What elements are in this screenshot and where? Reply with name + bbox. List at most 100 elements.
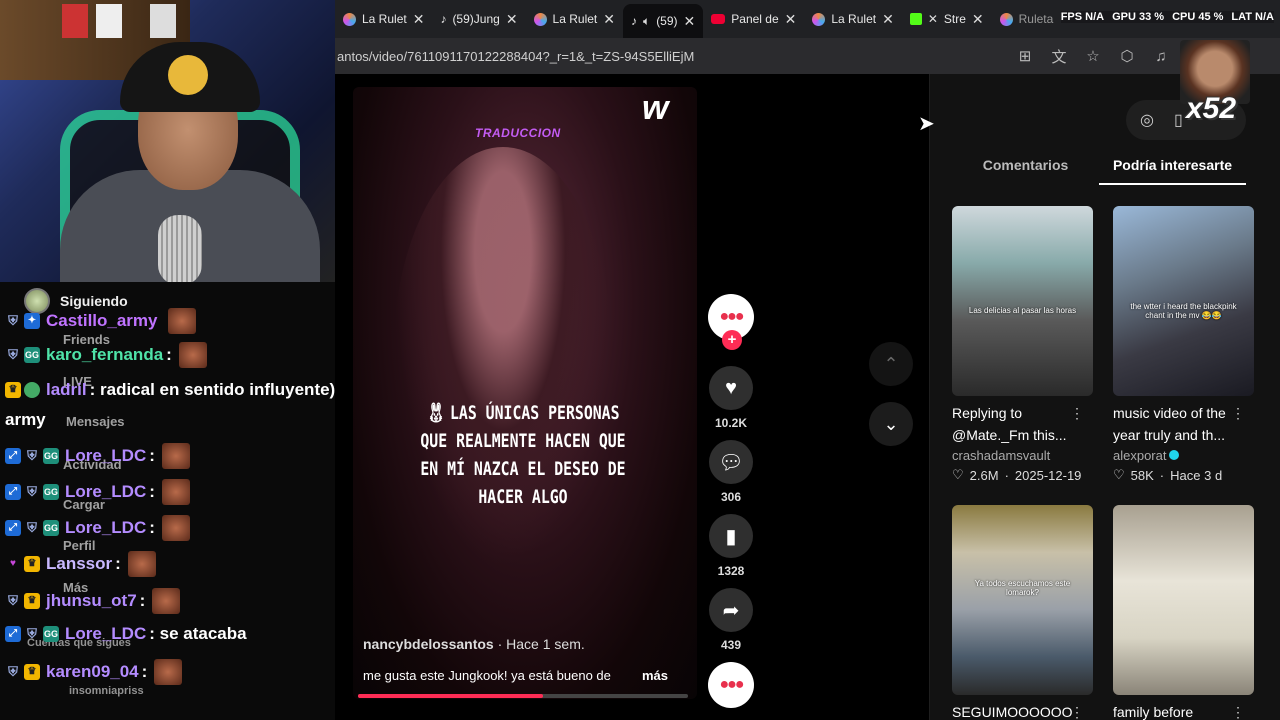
tab-recommended[interactable]: Podría interesarte <box>1099 155 1246 185</box>
chat-username[interactable]: Castillo_army <box>46 311 158 331</box>
heart-outline-icon: ♡ <box>1113 467 1125 482</box>
compass-icon[interactable]: ◎ <box>1140 110 1154 130</box>
close-icon[interactable]: ✕ <box>506 11 518 28</box>
mouse-cursor-icon: ➤ <box>918 113 935 135</box>
browser-tab[interactable]: ♪ (59)Jung ✕ <box>432 4 525 34</box>
moderator-shield-icon: ⛨ <box>27 448 37 463</box>
card-likes: 2.6M <box>969 467 999 483</box>
browser-tab[interactable]: La Rulet ✕ <box>526 4 623 34</box>
comment-icon: 💬︎ <box>718 451 744 474</box>
music-disc-button[interactable]: ●●● <box>708 662 754 708</box>
chat-username[interactable]: karo_fernanda <box>46 345 163 365</box>
chat-username[interactable]: Lore_LDC <box>65 482 146 502</box>
save-button[interactable]: ▮ <box>709 514 753 558</box>
chat-username[interactable]: karen09_04 <box>46 662 139 682</box>
moderator-shield-icon: ⛨ <box>27 484 37 499</box>
browser-tab[interactable]: La Rulet ✕ <box>335 4 432 34</box>
chat-message: ♥ ♛ Lanssor : <box>5 551 156 577</box>
more-options-icon[interactable]: ⋮ <box>1070 402 1084 424</box>
card-author[interactable]: crashadamsvault <box>952 448 1094 463</box>
tab-label: La Rulet <box>831 12 877 26</box>
more-options-icon[interactable]: ⋮ <box>1070 701 1084 720</box>
recommended-video-card[interactable]: Ya todos escuchamos este lomarok? SEGUIM… <box>952 505 1094 720</box>
recommended-video-card[interactable]: family before ⋮ <box>1113 505 1255 720</box>
chat-text: : <box>149 482 155 501</box>
creator-avatar[interactable]: ●●● + <box>708 294 754 350</box>
browser-tab[interactable]: ✕ Stre ✕ <box>902 4 992 34</box>
video-actions: ●●● + ♥ 10.2K 💬︎ 306 ▮ 1328 ➦ 439 ●●● <box>706 294 756 720</box>
favorite-star-icon[interactable]: ☆ <box>1084 47 1102 65</box>
chat-message: ⛨ ✦ Castillo_army <box>5 308 196 334</box>
cpu-stat: CPU 45 % <box>1172 11 1224 23</box>
moderator-shield-icon: ⛨ <box>27 626 37 641</box>
chat-username[interactable]: Lore_LDC <box>65 518 146 538</box>
chat-message: ⤢ ⛨ GG Lore_LDC : se atacaba <box>5 624 247 644</box>
tab-comments[interactable]: Comentarios <box>952 155 1099 185</box>
more-options-icon[interactable]: ⋮ <box>1231 701 1245 720</box>
follow-plus-icon[interactable]: + <box>722 330 742 350</box>
moderator-shield-icon: ⛨ <box>8 313 18 328</box>
crown-badge-icon: ♛ <box>24 556 40 572</box>
previous-video-button[interactable]: ⌃ <box>869 342 913 386</box>
recommended-video-card[interactable]: Las delicias al pasar las horas Replying… <box>952 206 1094 483</box>
roulette-icon <box>533 12 547 26</box>
card-author[interactable]: alexporat <box>1113 448 1166 463</box>
chat-message: ⛨ ♛ jhunsu_ot7 : <box>5 588 181 614</box>
card-meta: ♡ 58K · Hace 3 d <box>1113 467 1255 483</box>
youtube-icon <box>711 14 726 24</box>
url-field[interactable]: antos/video/7611091170122288404?_r=1&_t=… <box>335 49 1016 64</box>
chat-message: army <box>5 410 46 430</box>
side-panel-tabs: Comentarios Podría interesarte <box>952 155 1246 185</box>
share-button[interactable]: ➦ <box>709 588 753 632</box>
like-button[interactable]: ♥ <box>709 366 753 410</box>
tab-label: (59) <box>656 14 678 28</box>
media-control-icon[interactable]: ♫ <box>1152 47 1170 65</box>
extensions-icon[interactable]: ⬡ <box>1118 47 1136 65</box>
chat-text: : se atacaba <box>149 624 247 643</box>
video-player[interactable]: w TRADUCCION 🐰︎ LAS ÚNICAS PERSONAS QUE R… <box>353 87 697 699</box>
chat-text: army <box>5 410 46 429</box>
browser-tab[interactable]: Ruleta <box>992 4 1062 34</box>
moderator-shield-icon: ⛨ <box>8 347 18 362</box>
video-progress-fill <box>358 694 543 698</box>
chat-username[interactable]: jhunsu_ot7 <box>46 591 137 611</box>
comment-button[interactable]: 💬︎ <box>709 440 753 484</box>
browser-tab[interactable]: Panel de ✕ <box>703 4 804 34</box>
browser-tab-active[interactable]: ♪ 🔈︎ (59) ✕ <box>622 4 704 38</box>
next-video-button[interactable]: ⌄ <box>869 402 913 446</box>
chevron-up-icon: ⌃ <box>883 353 899 374</box>
translate-icon[interactable]: 文 <box>1050 47 1068 66</box>
gg-badge-icon: GG <box>24 347 40 363</box>
video-progress[interactable] <box>358 694 688 698</box>
browser-tab[interactable]: La Rulet ✕ <box>804 4 901 34</box>
video-thumbnail[interactable] <box>1113 505 1254 695</box>
chat-username[interactable]: Lore_LDC <box>65 446 146 466</box>
device-icon[interactable]: ▯ <box>1174 110 1183 130</box>
app-install-icon[interactable]: ⊞ <box>1016 47 1034 65</box>
video-thumbnail[interactable]: the wtter i heard the blackpink chant in… <box>1113 206 1254 396</box>
close-icon[interactable]: ✕ <box>785 11 797 28</box>
chat-username[interactable]: Lore_LDC <box>65 624 146 644</box>
muted-speaker-icon[interactable]: ✕ <box>928 12 938 26</box>
speaker-icon[interactable]: 🔈︎ <box>643 14 650 29</box>
close-icon[interactable]: ✕ <box>972 11 984 28</box>
emote-icon <box>167 308 196 334</box>
video-thumbnail[interactable]: Ya todos escuchamos este lomarok? <box>952 505 1093 695</box>
video-caption-line: me gusta este Jungkook! ya está bueno de… <box>363 668 683 683</box>
webcam-overlay <box>0 0 335 282</box>
more-button[interactable]: más <box>642 668 668 683</box>
close-icon[interactable]: ✕ <box>603 11 615 28</box>
video-thumbnail[interactable]: Las delicias al pasar las horas <box>952 206 1093 396</box>
recommended-video-card[interactable]: the wtter i heard the blackpink chant in… <box>1113 206 1255 483</box>
chat-text: : <box>149 518 155 537</box>
more-options-icon[interactable]: ⋮ <box>1231 402 1245 424</box>
close-icon[interactable]: ✕ <box>684 13 696 30</box>
chat-username[interactable]: Lanssor <box>46 554 112 574</box>
moderator-shield-icon: ⛨ <box>8 593 18 608</box>
close-icon[interactable]: ✕ <box>413 11 425 28</box>
separator-dot: · <box>1004 467 1009 483</box>
chat-username[interactable]: ladril <box>46 380 87 400</box>
close-icon[interactable]: ✕ <box>882 11 894 28</box>
video-author[interactable]: nancybdelossantos <box>363 636 494 652</box>
card-date: Hace 3 d <box>1170 467 1223 483</box>
